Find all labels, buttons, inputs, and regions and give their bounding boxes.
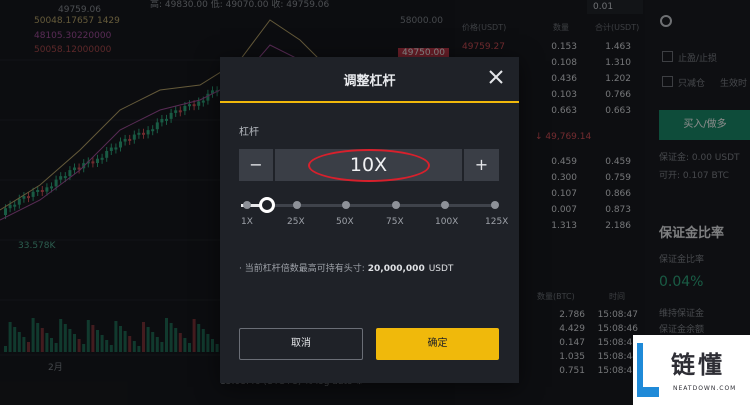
max-position-text: · 当前杠杆倍数最高可持有头寸:	[239, 264, 365, 274]
adjust-leverage-dialog: 调整杠杆 杠杆 − 10X + 1X 25X 50X 75X 100X 125X · 当前…	[220, 57, 519, 383]
slider-tick[interactable]	[243, 201, 251, 209]
slider-tick[interactable]	[392, 201, 400, 209]
slider-tick[interactable]	[342, 201, 350, 209]
slider-track	[247, 204, 495, 207]
slider-tick-label[interactable]: 50X	[336, 217, 354, 227]
max-position-value: 20,000,000	[367, 264, 425, 274]
slider-tick[interactable]	[441, 201, 449, 209]
watermark-text: 链懂	[671, 351, 725, 379]
slider-tick-label[interactable]: 100X	[435, 217, 458, 227]
confirm-button[interactable]: 确定	[376, 328, 499, 360]
logo-mark-icon	[637, 343, 659, 397]
dialog-title: 调整杠杆	[343, 74, 396, 89]
leverage-slider[interactable]	[239, 197, 501, 213]
watermark-subtext: NEATDOWN.COM	[673, 385, 737, 392]
slider-tick-label[interactable]: 125X	[485, 217, 508, 227]
max-position-note: · 当前杠杆倍数最高可持有头寸: 20,000,000 USDT	[239, 261, 453, 274]
slider-tick[interactable]	[491, 201, 499, 209]
leverage-label: 杠杆	[239, 127, 259, 138]
close-icon[interactable]	[486, 67, 506, 87]
slider-tick-label[interactable]: 25X	[287, 217, 305, 227]
slider-tick[interactable]	[293, 201, 301, 209]
slider-tick-label[interactable]: 75X	[386, 217, 404, 227]
max-position-unit: USDT	[428, 264, 454, 274]
cancel-button[interactable]: 取消	[239, 328, 363, 360]
decrease-leverage-button[interactable]: −	[239, 149, 273, 181]
increase-leverage-button[interactable]: +	[464, 149, 499, 181]
slider-tick-label[interactable]: 1X	[241, 217, 253, 227]
highlight-ellipse	[308, 149, 430, 182]
title-divider	[220, 101, 519, 103]
trading-screen: 50048.17657 1429 48105.30220000 50058.12…	[0, 0, 750, 405]
watermark-logo: 链懂 NEATDOWN.COM	[633, 335, 750, 405]
slider-thumb[interactable]	[259, 197, 275, 213]
